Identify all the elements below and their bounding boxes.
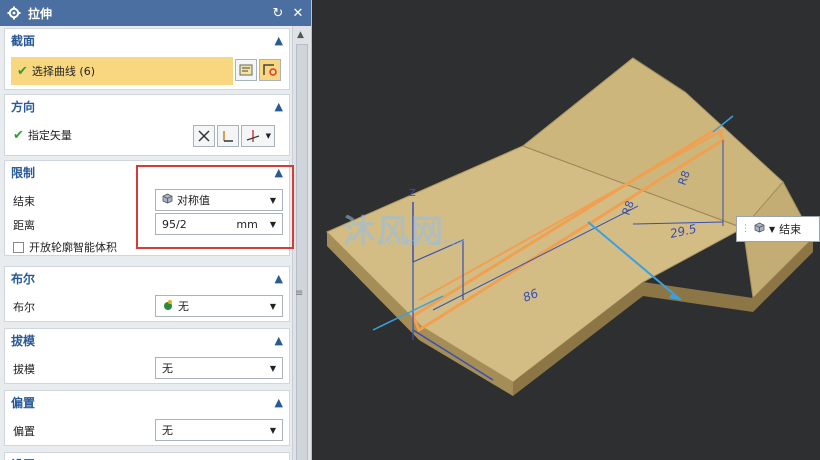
group-offset: 偏置 ▲ 偏置 无 ▼ — [4, 390, 290, 446]
distance-input[interactable]: 95/2 mm ▼ — [155, 213, 283, 235]
boolean-none-icon — [162, 299, 174, 314]
group-title-draft: 拔模 — [11, 333, 36, 348]
specify-vector-label: 指定矢量 — [27, 129, 72, 142]
scrollbar-thumb[interactable] — [296, 44, 308, 460]
dialog-title-bar: 拉伸 ↻ ✕ — [0, 0, 311, 26]
collapse-icon[interactable]: ▲ — [275, 334, 283, 347]
chevron-down-icon: ▼ — [269, 195, 276, 205]
collapse-icon[interactable]: ▲ — [275, 272, 283, 285]
chevron-down-icon: ▼ — [269, 301, 276, 311]
chevron-down-icon[interactable]: ▼ — [769, 225, 775, 234]
grip-icon: ⋮ — [741, 224, 750, 234]
vector-type-dropdown[interactable]: ▼ — [241, 125, 275, 147]
collapse-icon[interactable]: ▲ — [275, 100, 283, 113]
dialog-scrollbar[interactable]: ▲ ≡ — [292, 26, 311, 460]
group-title-limits: 限制 — [11, 165, 36, 180]
group-header-limits[interactable]: 限制 ▲ — [5, 161, 289, 183]
reverse-direction-button[interactable] — [193, 125, 215, 147]
curve-icon-button[interactable] — [259, 59, 281, 81]
group-boolean: 布尔 ▲ 布尔 无 ▼ — [4, 266, 290, 322]
offset-value: 无 — [162, 424, 173, 437]
group-direction: 方向 ▲ ✔ 指定矢量 ▼ — [4, 94, 290, 156]
draft-label: 拔模 — [13, 363, 35, 376]
open-profile-label: 开放轮廓智能体积 — [29, 241, 117, 254]
group-title-section: 截面 — [11, 33, 36, 48]
group-header-boolean[interactable]: 布尔 ▲ — [5, 267, 289, 289]
draft-value: 无 — [162, 362, 173, 375]
draft-select[interactable]: 无 ▼ — [155, 357, 283, 379]
dialog-content: 截面 ▲ ✔ 选择曲线 (6) 方向 ▲ ✔ 指定矢量 ▼ 限制 ▲ 结束 对称… — [0, 26, 292, 460]
group-title-offset: 偏置 — [11, 395, 36, 410]
check-icon: ✔ — [17, 63, 28, 79]
select-curve-field[interactable]: ✔ 选择曲线 (6) — [11, 57, 233, 85]
open-profile-checkbox[interactable] — [13, 241, 24, 253]
close-icon[interactable]: ✕ — [290, 5, 306, 21]
end-handle-label: 结束 — [779, 223, 802, 236]
collapse-icon[interactable]: ▲ — [275, 34, 283, 47]
end-label: 结束 — [13, 195, 35, 208]
group-settings: 设置 ▲ — [4, 452, 290, 460]
end-handle-popup[interactable]: ⋮ ▼ 结束 — [736, 216, 820, 242]
group-draft: 拔模 ▲ 拔模 无 ▼ — [4, 328, 290, 384]
group-header-direction[interactable]: 方向 ▲ — [5, 95, 289, 117]
distance-value: 95/2 — [162, 217, 187, 231]
extrude-dialog: 拉伸 ↻ ✕ 截面 ▲ ✔ 选择曲线 (6) 方向 ▲ ✔ 指定矢量 ▼ 限制 … — [0, 0, 312, 460]
group-header-settings[interactable]: 设置 ▲ — [5, 453, 289, 460]
gear-icon[interactable] — [6, 5, 22, 21]
specify-vector-row: ✔ 指定矢量 — [13, 127, 72, 143]
offset-label: 偏置 — [13, 425, 35, 438]
boolean-select[interactable]: 无 ▼ — [155, 295, 283, 317]
offset-select[interactable]: 无 ▼ — [155, 419, 283, 441]
group-header-draft[interactable]: 拔模 ▲ — [5, 329, 289, 351]
distance-label: 距离 — [13, 219, 35, 232]
group-section: 截面 ▲ ✔ 选择曲线 (6) — [4, 28, 290, 90]
cube-icon — [754, 222, 765, 236]
grip-icon: ≡ — [295, 288, 304, 299]
open-profile-row: 开放轮廓智能体积 — [13, 239, 117, 255]
watermark-url: www.mfcad.com — [379, 238, 467, 248]
group-limits: 限制 ▲ 结束 对称值 ▼ 距离 95/2 mm ▼ 开放轮廓智能体积 — [4, 160, 290, 256]
sketch-section-button[interactable] — [235, 59, 257, 81]
distance-unit: mm — [236, 217, 258, 231]
scroll-up-icon[interactable]: ▲ — [297, 30, 304, 40]
axis-label: Z — [409, 188, 416, 199]
select-curve-label: 选择曲线 (6) — [31, 65, 95, 78]
boolean-value: 无 — [178, 300, 189, 313]
reset-icon[interactable]: ↻ — [270, 5, 286, 21]
cube-icon — [162, 193, 173, 207]
end-type-select[interactable]: 对称值 ▼ — [155, 189, 283, 211]
check-icon: ✔ — [13, 127, 24, 143]
end-type-value: 对称值 — [177, 194, 210, 207]
vector-dialog-button[interactable] — [217, 125, 239, 147]
chevron-down-icon: ▼ — [269, 425, 276, 435]
dialog-title: 拉伸 — [28, 6, 53, 21]
collapse-icon[interactable]: ▲ — [275, 166, 283, 179]
group-title-boolean: 布尔 — [11, 271, 36, 286]
group-title-settings: 设置 — [11, 456, 35, 460]
chevron-down-icon: ▼ — [269, 219, 276, 229]
chevron-down-icon: ▼ — [269, 363, 276, 373]
collapse-icon[interactable]: ▲ — [275, 396, 283, 409]
group-header-offset[interactable]: 偏置 ▲ — [5, 391, 289, 413]
group-header-section[interactable]: 截面 ▲ — [5, 29, 289, 51]
boolean-label: 布尔 — [13, 301, 35, 314]
group-title-direction: 方向 — [11, 99, 36, 114]
